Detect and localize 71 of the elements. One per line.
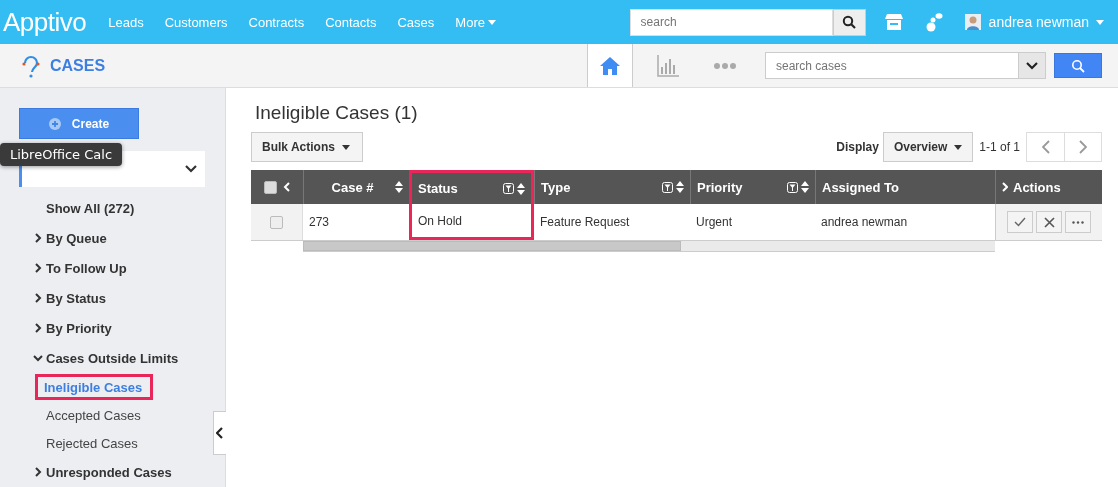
search-field[interactable]: search bbox=[629, 8, 833, 36]
collapse-button[interactable] bbox=[213, 411, 226, 455]
pagination-count: 1-1 of 1 bbox=[979, 140, 1020, 154]
filter-icon[interactable] bbox=[787, 181, 798, 193]
caret-icon bbox=[954, 144, 963, 150]
chevron-right-icon[interactable] bbox=[33, 467, 43, 477]
bulk-actions-button[interactable]: Bulk Actions bbox=[251, 132, 363, 162]
column-header[interactable]: Priority bbox=[690, 170, 815, 204]
actions-header: Actions bbox=[1013, 179, 1061, 195]
sidebar-item[interactable]: By Status bbox=[46, 290, 106, 306]
select-all-checkbox[interactable] bbox=[264, 180, 277, 194]
column-header[interactable]: Status bbox=[409, 170, 534, 204]
chevron-right-icon[interactable] bbox=[33, 323, 43, 333]
display-dropdown[interactable]: Overview bbox=[882, 132, 974, 162]
chevron-right-icon bbox=[1079, 140, 1087, 154]
filter-icon[interactable] bbox=[662, 181, 673, 193]
check-icon bbox=[1014, 217, 1026, 227]
tooltip: LibreOffice Calc bbox=[0, 143, 123, 166]
row-checkbox[interactable] bbox=[270, 215, 283, 229]
chevron-right-icon[interactable] bbox=[33, 233, 43, 243]
sidebar-item[interactable]: Show All (272) bbox=[46, 200, 135, 216]
sort-icon[interactable] bbox=[395, 181, 403, 193]
more-icon bbox=[713, 62, 736, 69]
sort-icon[interactable] bbox=[801, 181, 809, 193]
page-heading: Ineligible Cases (1) bbox=[255, 102, 419, 124]
filter-icon[interactable] bbox=[503, 183, 514, 194]
search-icon bbox=[1071, 58, 1085, 73]
avatar-icon bbox=[964, 14, 981, 30]
plus-icon bbox=[48, 117, 61, 130]
caret-icon bbox=[341, 144, 350, 150]
more-icon bbox=[1072, 220, 1084, 224]
search-button[interactable] bbox=[832, 8, 866, 36]
display-label: Display bbox=[836, 140, 879, 154]
sidebar-item[interactable]: Accepted Cases bbox=[46, 401, 141, 429]
close-icon bbox=[1043, 216, 1055, 228]
chevron-right-icon[interactable] bbox=[33, 263, 43, 273]
home-icon bbox=[599, 55, 621, 76]
sidebar-item[interactable]: Unresponded Cases bbox=[46, 464, 172, 480]
table-cell-text: andrea newman bbox=[820, 214, 909, 231]
chevron-left-icon bbox=[1041, 140, 1050, 154]
bar-chart-icon bbox=[656, 54, 679, 77]
table-cell-text: Feature Request bbox=[539, 214, 631, 231]
sidebar-item[interactable]: By Priority bbox=[46, 320, 112, 336]
search-field[interactable]: search cases bbox=[765, 52, 1019, 79]
chevron-right-icon[interactable] bbox=[1002, 182, 1008, 192]
chevron-down-icon bbox=[1026, 61, 1038, 70]
chevron-down-icon[interactable] bbox=[33, 353, 43, 363]
module-title: CASES bbox=[50, 56, 106, 75]
chevron-right-icon[interactable] bbox=[33, 293, 43, 303]
dropdown-button[interactable] bbox=[1019, 52, 1046, 79]
sidebar-item[interactable]: By Queue bbox=[46, 230, 107, 246]
chevron-left-icon bbox=[216, 427, 224, 439]
column-header[interactable]: Case # bbox=[303, 170, 409, 204]
view-tab[interactable] bbox=[587, 44, 633, 87]
sidebar-item[interactable]: To Follow Up bbox=[46, 260, 127, 276]
table-cell-text: 273 bbox=[308, 214, 331, 231]
approve-button[interactable] bbox=[1007, 211, 1033, 233]
sidebar-item[interactable]: Cases Outside Limits bbox=[46, 350, 179, 366]
sidebar-item[interactable]: Rejected Cases bbox=[46, 429, 138, 457]
ear-icon bbox=[22, 53, 40, 78]
column-header[interactable]: Assigned To bbox=[815, 170, 995, 204]
horizontal-scrollbar[interactable] bbox=[303, 241, 995, 252]
column-header[interactable]: Type bbox=[534, 170, 690, 204]
sort-icon[interactable] bbox=[676, 181, 684, 193]
table-cell-text: Urgent bbox=[695, 214, 734, 231]
sort-icon[interactable] bbox=[517, 182, 525, 195]
more-button[interactable] bbox=[1065, 211, 1091, 233]
chevron-left-icon[interactable] bbox=[283, 182, 290, 192]
search-icon bbox=[842, 15, 857, 29]
chevron-down-icon[interactable] bbox=[185, 165, 197, 173]
reject-button[interactable] bbox=[1036, 211, 1062, 233]
